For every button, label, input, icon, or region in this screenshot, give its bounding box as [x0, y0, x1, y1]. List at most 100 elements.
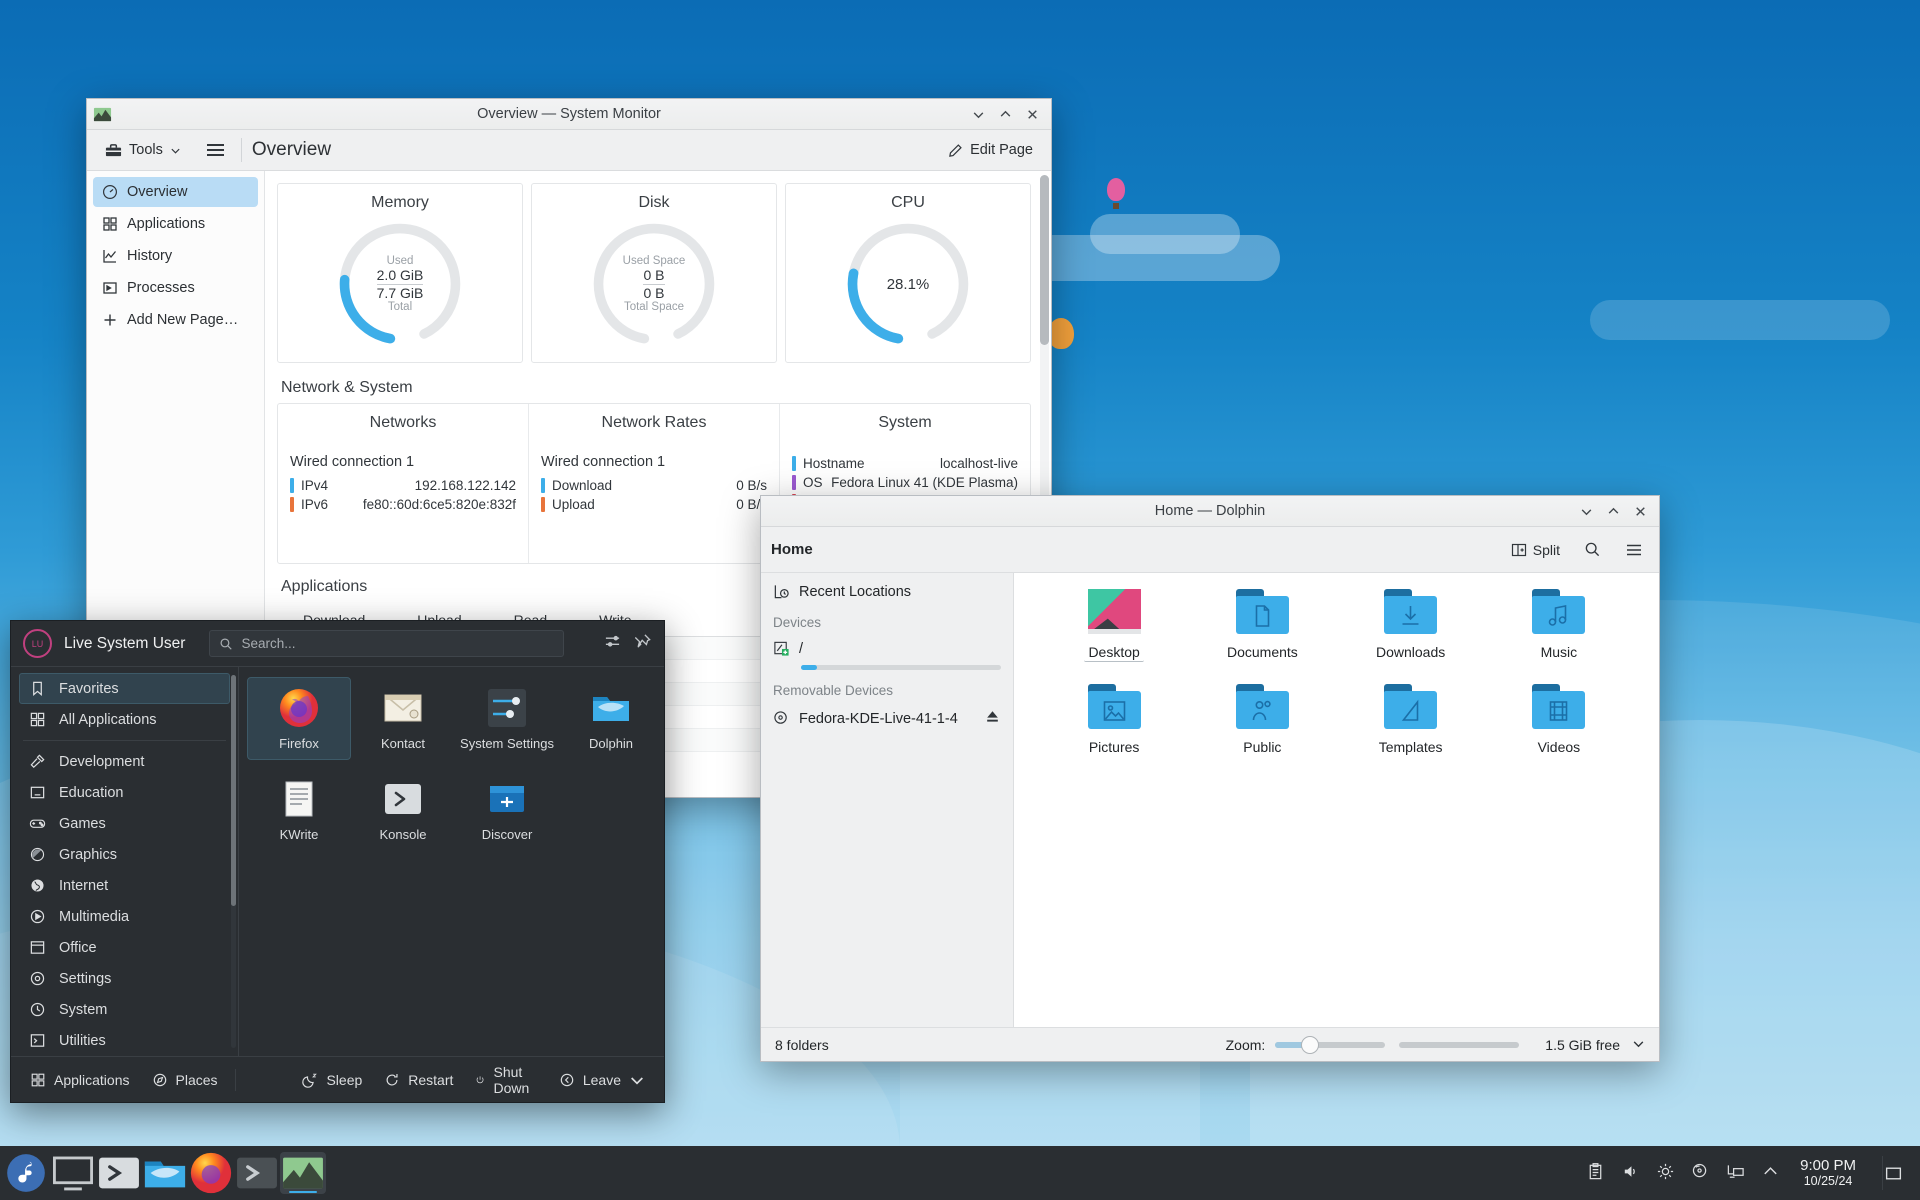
category-games[interactable]: Games: [19, 808, 230, 839]
folder-item-documents[interactable]: Documents: [1188, 589, 1336, 662]
search-button[interactable]: [1578, 536, 1607, 563]
app-firefox[interactable]: Firefox: [247, 677, 351, 760]
places-item-removable-media[interactable]: Fedora-KDE-Live-41-1-4: [761, 702, 1013, 735]
launcher-footer[interactable]: Applications Places Sleep Restart Shut D…: [11, 1056, 664, 1102]
category-favorites[interactable]: Favorites: [19, 673, 230, 704]
application-launcher-button[interactable]: [6, 1153, 46, 1193]
dolphin-toolbar[interactable]: Home Split: [761, 527, 1659, 573]
toolbar-separator: [241, 138, 242, 162]
zoom-control[interactable]: Zoom:: [1226, 1037, 1520, 1053]
minimize-button[interactable]: [966, 103, 991, 126]
maximize-button[interactable]: [1601, 500, 1626, 523]
brightness-icon[interactable]: [1656, 1162, 1675, 1185]
category-all-applications[interactable]: All Applications: [19, 704, 230, 735]
launcher-categories[interactable]: Favorites All Applications Development E…: [11, 667, 239, 1056]
task-konsole[interactable]: [96, 1152, 142, 1194]
search-input[interactable]: Search...: [209, 630, 564, 657]
disc-icon[interactable]: [1691, 1162, 1710, 1185]
folder-item-downloads[interactable]: Downloads: [1337, 589, 1485, 662]
category-label: Graphics: [59, 847, 117, 863]
system-tray[interactable]: 9:00 PM 10/25/24: [1586, 1156, 1914, 1190]
category-system[interactable]: System: [19, 994, 230, 1025]
folder-item-public[interactable]: Public: [1188, 684, 1336, 756]
app-kwrite[interactable]: KWrite: [247, 768, 351, 851]
app-kontact[interactable]: Kontact: [351, 677, 455, 760]
leave-button[interactable]: Leave: [548, 1065, 656, 1095]
places-item-root[interactable]: /: [761, 634, 1013, 663]
footer-places-button[interactable]: Places: [141, 1065, 229, 1095]
task-show-desktop[interactable]: [50, 1152, 96, 1194]
application-launcher[interactable]: LU Live System User Search... Favorites …: [10, 620, 665, 1103]
task-firefox[interactable]: [188, 1152, 234, 1194]
breadcrumb[interactable]: Home: [771, 541, 813, 558]
sidebar-item-add-new-page[interactable]: Add New Page…: [93, 305, 258, 335]
app-konsole[interactable]: Konsole: [351, 768, 455, 851]
volume-icon[interactable]: [1621, 1162, 1640, 1185]
folder-item-music[interactable]: Music: [1485, 589, 1633, 662]
minimize-button[interactable]: [1574, 500, 1599, 523]
category-development[interactable]: Development: [19, 746, 230, 777]
close-button[interactable]: [1020, 103, 1045, 126]
dolphin-titlebar[interactable]: Home — Dolphin: [761, 496, 1659, 527]
clock-widget[interactable]: 9:00 PM 10/25/24: [1796, 1157, 1860, 1189]
compass-icon: [152, 1072, 168, 1088]
taskbar-panel[interactable]: 9:00 PM 10/25/24: [0, 1146, 1920, 1200]
system-monitor-toolbar[interactable]: Tools Overview Edit Page: [87, 130, 1051, 171]
sliders-icon[interactable]: [604, 633, 621, 654]
category-internet[interactable]: Internet: [19, 870, 230, 901]
edit-page-button[interactable]: Edit Page: [939, 137, 1042, 163]
dolphin-window[interactable]: Home — Dolphin Home Split: [760, 495, 1660, 1062]
sidebar-item-history[interactable]: History: [93, 241, 258, 271]
categories-scrollbar[interactable]: [231, 675, 236, 1048]
folder-item-desktop[interactable]: Desktop: [1040, 589, 1188, 662]
maximize-button[interactable]: [993, 103, 1018, 126]
app-dolphin[interactable]: Dolphin: [559, 677, 663, 760]
page-title: Overview: [252, 139, 331, 161]
task-dolphin[interactable]: [142, 1152, 188, 1194]
category-settings[interactable]: Settings: [19, 963, 230, 994]
close-button[interactable]: [1628, 500, 1653, 523]
zoom-slider-track[interactable]: [1275, 1042, 1385, 1048]
category-education[interactable]: Education: [19, 777, 230, 808]
network-icon[interactable]: [1726, 1162, 1745, 1185]
sleep-button[interactable]: Sleep: [291, 1065, 373, 1095]
sidebar-item-applications[interactable]: Applications: [93, 209, 258, 239]
shut-down-button[interactable]: Shut Down: [464, 1057, 547, 1103]
task-konsole-alt[interactable]: [234, 1152, 280, 1194]
avatar[interactable]: LU: [23, 629, 52, 658]
chevron-down-icon[interactable]: [1632, 1037, 1645, 1053]
places-item-recent-locations[interactable]: Recent Locations: [761, 577, 1013, 606]
chevron-up-icon[interactable]: [1761, 1162, 1780, 1185]
app-discover[interactable]: Discover: [455, 768, 559, 851]
folder-item-templates[interactable]: Templates: [1337, 684, 1485, 756]
show-desktop-peek-button[interactable]: [1882, 1156, 1904, 1190]
sidebar-toggle-button[interactable]: [200, 136, 231, 164]
tools-button[interactable]: Tools: [96, 137, 190, 164]
scrollbar-thumb[interactable]: [1040, 175, 1049, 345]
window-controls[interactable]: [1574, 500, 1653, 523]
window-controls[interactable]: [966, 103, 1045, 126]
restart-button[interactable]: Restart: [373, 1065, 464, 1095]
clipboard-icon[interactable]: [1586, 1162, 1605, 1185]
zoom-slider-track-extra[interactable]: [1399, 1042, 1519, 1048]
pin-icon[interactable]: [635, 633, 652, 654]
category-multimedia[interactable]: Multimedia: [19, 901, 230, 932]
system-monitor-titlebar[interactable]: Overview — System Monitor: [87, 99, 1051, 130]
category-utilities[interactable]: Utilities: [19, 1025, 230, 1056]
hammer-icon: [29, 753, 46, 770]
dolphin-places-panel[interactable]: Recent Locations Devices / Removable Dev…: [761, 573, 1014, 1027]
sidebar-item-overview[interactable]: Overview: [93, 177, 258, 207]
category-graphics[interactable]: Graphics: [19, 839, 230, 870]
folder-item-videos[interactable]: Videos: [1485, 684, 1633, 756]
category-office[interactable]: Office: [19, 932, 230, 963]
task-system-monitor[interactable]: [280, 1152, 326, 1194]
split-view-button[interactable]: Split: [1505, 537, 1566, 563]
footer-applications-button[interactable]: Applications: [19, 1065, 141, 1095]
dolphin-menu-button[interactable]: [1619, 536, 1649, 564]
sidebar-item-processes[interactable]: Processes: [93, 273, 258, 303]
eject-icon[interactable]: [984, 708, 1001, 729]
dolphin-file-view[interactable]: Desktop Documents Downloads: [1014, 573, 1659, 1027]
folder-item-pictures[interactable]: Pictures: [1040, 684, 1188, 756]
zoom-slider-knob[interactable]: [1301, 1036, 1319, 1054]
app-system-settings[interactable]: System Settings: [455, 677, 559, 760]
